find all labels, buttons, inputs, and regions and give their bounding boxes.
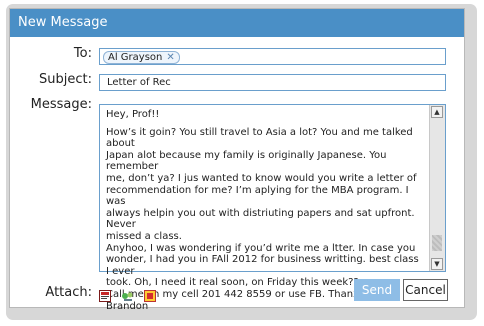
message-line: Brandon	[106, 300, 149, 312]
message-line: missed a class.	[106, 230, 182, 242]
message-scrollbar[interactable]: ▲ ▼	[429, 105, 445, 271]
attach-label: Attach:	[45, 285, 92, 300]
title-bar: New Message	[10, 9, 464, 37]
message-line: always helpin you out with distriuting p…	[106, 207, 415, 231]
message-body-field[interactable]: Hey, Prof!! How’s it goin? You still tra…	[99, 104, 446, 312]
file-attach-icon[interactable]	[144, 287, 156, 302]
subject-label: Subject:	[39, 72, 92, 87]
window-title: New Message	[18, 15, 108, 30]
remove-recipient-icon[interactable]: ✕	[166, 52, 174, 64]
message-line: Anyhoo, I was wondering if you’d write m…	[106, 242, 416, 254]
to-label: To:	[73, 46, 92, 61]
image-attach-icon[interactable]	[121, 287, 133, 301]
subject-value: Letter of Rec	[107, 77, 171, 88]
new-message-dialog: New Message To: Al Grayson ✕ Subject: Le…	[9, 8, 465, 312]
send-button[interactable]: Send	[354, 279, 400, 301]
document-attach-icon[interactable]	[99, 287, 111, 302]
scroll-down-icon[interactable]: ▼	[431, 258, 443, 270]
subject-field[interactable]: Letter of Rec	[99, 74, 446, 91]
scroll-thumb[interactable]	[432, 235, 442, 251]
message-line: wonder, I had you in FAll 2012 for busin…	[106, 254, 419, 277]
recipient-name: Al Grayson	[108, 51, 163, 63]
to-field[interactable]: Al Grayson ✕	[99, 48, 446, 65]
message-line: Hey, Prof!!	[106, 109, 160, 120]
recipient-chip[interactable]: Al Grayson ✕	[103, 51, 180, 64]
message-line: recommendation for me? I’m aplying for t…	[106, 184, 409, 208]
scroll-up-icon[interactable]: ▲	[431, 106, 443, 118]
message-line: Japan alot because my family is original…	[106, 149, 387, 173]
cancel-button[interactable]: Cancel	[403, 279, 448, 301]
message-line: me, don’t ya? I jus wanted to know would…	[106, 172, 417, 184]
message-line: How’s it goin? You still travel to Asia …	[106, 126, 413, 150]
message-label: Message:	[30, 97, 92, 112]
